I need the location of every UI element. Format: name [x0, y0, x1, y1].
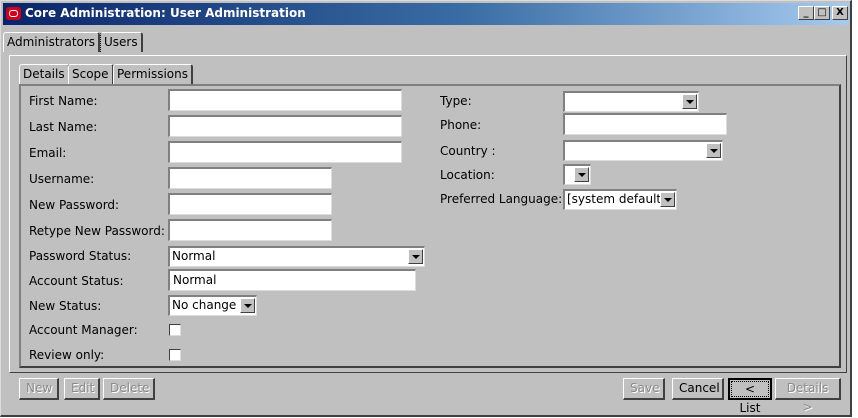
type-label: Type:: [440, 94, 472, 108]
preferred-language-select[interactable]: [system default]: [563, 189, 677, 210]
list-button[interactable]: < List: [728, 378, 772, 415]
chevron-down-icon[interactable]: [660, 192, 675, 207]
tab-scope[interactable]: Scope: [68, 64, 114, 84]
new-status-label: New Status:: [29, 299, 102, 313]
password-status-select[interactable]: Normal: [168, 246, 425, 267]
location-label: Location:: [440, 168, 495, 182]
review-only-checkbox[interactable]: [169, 349, 181, 361]
title-bar[interactable]: Core Administration: User Administration…: [3, 3, 849, 25]
tab-permissions[interactable]: Permissions: [113, 64, 193, 84]
location-select[interactable]: [563, 164, 591, 185]
password-status-value: Normal: [172, 249, 216, 263]
account-manager-label: Account Manager:: [29, 323, 138, 337]
chevron-down-icon[interactable]: [240, 298, 255, 313]
preferred-language-label: Preferred Language:: [440, 192, 563, 206]
details-button[interactable]: Details >: [775, 378, 841, 414]
edit-button[interactable]: Edit: [64, 378, 100, 400]
country-label: Country :: [440, 144, 496, 158]
new-status-select[interactable]: No change: [168, 295, 257, 316]
phone-label: Phone:: [440, 118, 482, 132]
email-input[interactable]: [168, 141, 402, 163]
last-name-label: Last Name:: [29, 120, 98, 134]
new-password-input[interactable]: [168, 193, 332, 215]
chevron-down-icon[interactable]: [408, 249, 423, 264]
new-status-value: No change: [172, 298, 237, 312]
tab-users[interactable]: Users: [100, 32, 143, 52]
account-status-field: Normal: [168, 269, 416, 291]
username-input[interactable]: [168, 167, 332, 189]
new-password-label: New Password:: [29, 198, 120, 212]
minimize-button[interactable]: _: [798, 6, 814, 20]
tab-administrators[interactable]: Administrators: [3, 32, 101, 52]
save-button[interactable]: Save: [623, 378, 665, 400]
account-status-label: Account Status:: [29, 274, 124, 288]
preferred-language-value: [system default]: [567, 192, 666, 206]
country-select[interactable]: [563, 140, 723, 161]
review-only-label: Review only:: [29, 348, 105, 362]
type-select[interactable]: [563, 91, 699, 112]
window-title: Core Administration: User Administration: [25, 6, 306, 20]
retype-password-label: Retype New Password:: [29, 224, 165, 238]
password-status-label: Password Status:: [29, 249, 132, 263]
chevron-down-icon[interactable]: [706, 143, 721, 158]
phone-input[interactable]: [563, 113, 727, 135]
delete-button[interactable]: Delete: [103, 378, 155, 400]
last-name-input[interactable]: [168, 115, 402, 137]
retype-password-input[interactable]: [168, 219, 332, 241]
chevron-down-icon[interactable]: [682, 94, 697, 109]
cancel-button[interactable]: Cancel: [672, 378, 724, 400]
email-label: Email:: [29, 146, 67, 160]
first-name-input[interactable]: [168, 89, 402, 111]
account-manager-checkbox[interactable]: [169, 324, 181, 336]
first-name-label: First Name:: [29, 94, 98, 108]
chevron-down-icon[interactable]: [574, 167, 589, 182]
new-button[interactable]: New: [19, 378, 59, 400]
app-window: Core Administration: User Administration…: [0, 0, 852, 417]
close-button[interactable]: X: [832, 6, 848, 20]
oracle-logo-icon: [6, 7, 21, 20]
username-label: Username:: [29, 172, 95, 186]
tab-details[interactable]: Details: [19, 64, 70, 84]
maximize-button[interactable]: □: [814, 6, 830, 20]
